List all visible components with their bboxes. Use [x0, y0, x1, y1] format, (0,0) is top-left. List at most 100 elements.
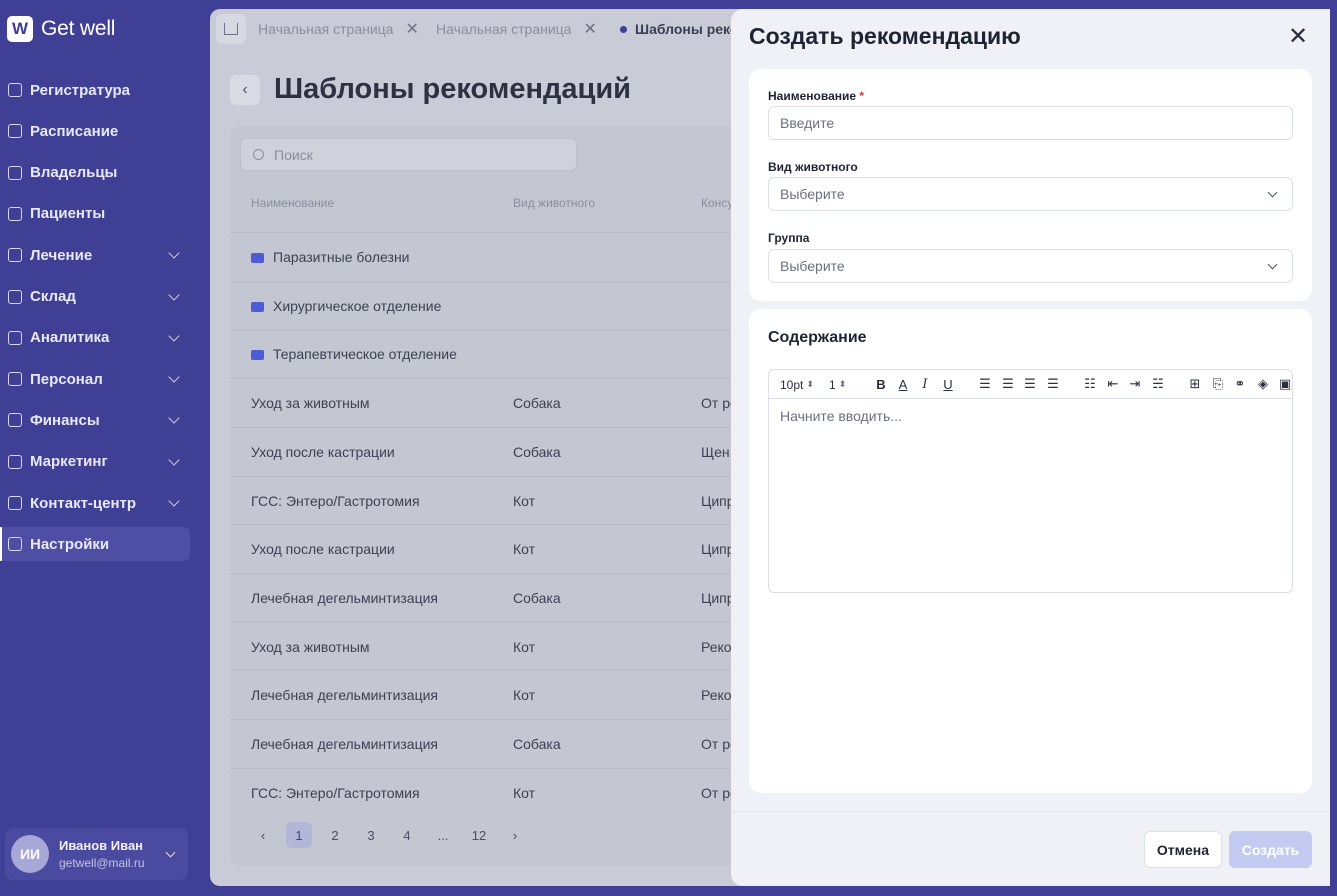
attachment-icon[interactable]: ⎘ [1210, 376, 1226, 392]
folder-name: Терапевтическое отделение [273, 346, 457, 363]
rich-text-editor[interactable]: 10pt 1 B A I U ☰ ☰ ☰ ☰ ☷ ⇤ ⇥ ☵ ⊞ ⎘ ⚭ ◈ ▣… [768, 369, 1293, 593]
close-icon[interactable]: ✕ [1287, 23, 1309, 50]
sidebar-item-label: Склад [30, 288, 76, 305]
link-icon[interactable]: ⚭ [1232, 376, 1248, 392]
back-button[interactable]: ‹ [230, 74, 260, 105]
cancel-button[interactable]: Отмена [1144, 831, 1222, 868]
content-title: Содержание [768, 329, 867, 346]
logo[interactable]: W Get well [7, 16, 115, 42]
cell-animal: Собака [513, 443, 561, 460]
calendar-icon [8, 124, 22, 139]
name-input-placeholder: Введите [780, 115, 835, 131]
sidebar-item-label: Контакт-центр [30, 494, 137, 512]
sidebar-item[interactable]: Аналитика [0, 321, 190, 355]
close-icon[interactable]: ✕ [583, 19, 596, 39]
sidebar-item[interactable]: Финансы [0, 403, 190, 437]
sidebar-item[interactable]: Персонал [0, 362, 190, 396]
italic-icon[interactable]: I [917, 376, 933, 392]
active-dot-icon [620, 25, 627, 33]
page-button[interactable]: 3 [358, 822, 384, 848]
sidebar-item[interactable]: Владельцы [0, 156, 190, 190]
chevron-left-icon: ‹ [242, 80, 248, 98]
chevron-down-icon [168, 412, 180, 425]
tab-templates[interactable]: Шаблоны реком [620, 14, 749, 44]
cell-extra: Ципр [701, 492, 735, 509]
search-icon [253, 149, 264, 160]
numbered-list-icon[interactable]: ☵ [1150, 376, 1166, 392]
sidebar-item[interactable]: Настройки [0, 527, 190, 562]
align-left-icon[interactable]: ☰ [977, 376, 993, 392]
text-color-icon[interactable]: A [895, 376, 911, 392]
cell-animal: Кот [513, 687, 536, 704]
chevron-down-icon [168, 288, 180, 301]
cell-name: Уход после кастрации [251, 443, 395, 460]
cell-extra: Реко [701, 687, 732, 704]
sidebar-item[interactable]: Контакт-центр [0, 486, 190, 520]
line-height-select[interactable]: 1 [829, 376, 846, 393]
folder-name: Хирургическое отделение [273, 297, 442, 314]
fill-color-icon[interactable]: ◈ [1255, 376, 1271, 392]
table-icon[interactable]: ⊞ [1187, 376, 1203, 392]
sidebar-item[interactable]: Лечение [0, 238, 190, 272]
page-button[interactable]: 2 [322, 822, 348, 848]
bullet-list-icon[interactable]: ☷ [1082, 376, 1098, 392]
sidebar-item[interactable]: Расписание [0, 114, 190, 148]
underline-icon[interactable]: U [940, 376, 956, 392]
indent-icon[interactable]: ⇥ [1127, 376, 1143, 392]
sidebar-item[interactable]: Пациенты [0, 197, 190, 231]
chat-icon [8, 496, 22, 510]
tab-home-page-2[interactable]: Начальная страница ✕ [436, 14, 597, 44]
align-center-icon[interactable]: ☰ [1000, 376, 1016, 392]
tab-home-page-1[interactable]: Начальная страница ✕ [258, 14, 419, 44]
chevron-left-icon[interactable]: ‹ [250, 822, 276, 848]
chevron-down-icon[interactable] [165, 847, 176, 857]
align-justify-icon[interactable]: ☰ [1045, 376, 1061, 392]
align-right-icon[interactable]: ☰ [1022, 376, 1038, 392]
search-input[interactable]: Поиск [240, 138, 577, 171]
image-icon[interactable]: ▣ [1277, 376, 1293, 392]
cell-extra: Реко [701, 638, 732, 655]
logo-mark: W [7, 16, 33, 42]
sidebar-item-label: Персонал [30, 370, 103, 388]
chevron-right-icon[interactable]: › [502, 822, 528, 848]
cell-name: Уход за животным [251, 395, 370, 412]
pagination: ‹ 1 2 3 4... 12 › [250, 822, 528, 848]
column-header-animal[interactable]: Вид животного [513, 196, 595, 210]
column-header-name[interactable]: Наименование [251, 196, 334, 210]
create-recommendation-drawer: Создать рекомендацию ✕ Наименование * Вв… [731, 9, 1330, 886]
user-card[interactable]: ИИ Иванов Иван getwell@mail.ru [5, 828, 188, 880]
font-size-select[interactable]: 10pt [780, 376, 814, 393]
cell-animal: Собака [513, 395, 561, 412]
chevron-down-icon [168, 247, 180, 259]
user-email: getwell@mail.ru [59, 856, 145, 870]
page-button[interactable]: 12 [466, 822, 492, 848]
drawer-title: Создать рекомендацию [749, 23, 1021, 49]
sidebar-item[interactable]: Регистратура [0, 73, 190, 107]
page-button[interactable]: 1 [286, 822, 312, 848]
person-icon [8, 372, 22, 387]
sidebar-item-label: Аналитика [30, 329, 110, 347]
animal-select[interactable]: Выберите [768, 177, 1293, 211]
close-icon[interactable]: ✕ [405, 19, 418, 39]
create-button[interactable]: Создать [1229, 831, 1312, 868]
name-input[interactable]: Введите [768, 106, 1293, 140]
editor-placeholder: Начните вводить... [780, 408, 902, 424]
sidebar-item[interactable]: Склад [0, 280, 190, 314]
page-button[interactable]: ... [430, 822, 456, 848]
avatar: ИИ [11, 835, 49, 873]
bold-icon[interactable]: B [873, 376, 889, 392]
sidebar-item-label: Настройки [30, 535, 110, 553]
tab-home[interactable] [216, 14, 246, 44]
cell-name: Лечебная дегельминтизация [251, 589, 439, 606]
megaphone-icon [8, 454, 22, 469]
cell-extra: Ципр [701, 589, 735, 606]
page-button[interactable]: 4 [394, 822, 420, 848]
cell-extra: Щен [701, 443, 730, 460]
folder-cell: Хирургическое отделение [251, 298, 441, 314]
folder-cell: Терапевтическое отделение [251, 346, 457, 362]
column-header-consult[interactable]: Консу [701, 196, 733, 210]
group-select[interactable]: Выберите [768, 249, 1293, 283]
sidebar-item[interactable]: Маркетинг [0, 445, 190, 479]
outdent-icon[interactable]: ⇤ [1105, 376, 1121, 392]
sidebar-item-label: Лечение [30, 246, 93, 264]
